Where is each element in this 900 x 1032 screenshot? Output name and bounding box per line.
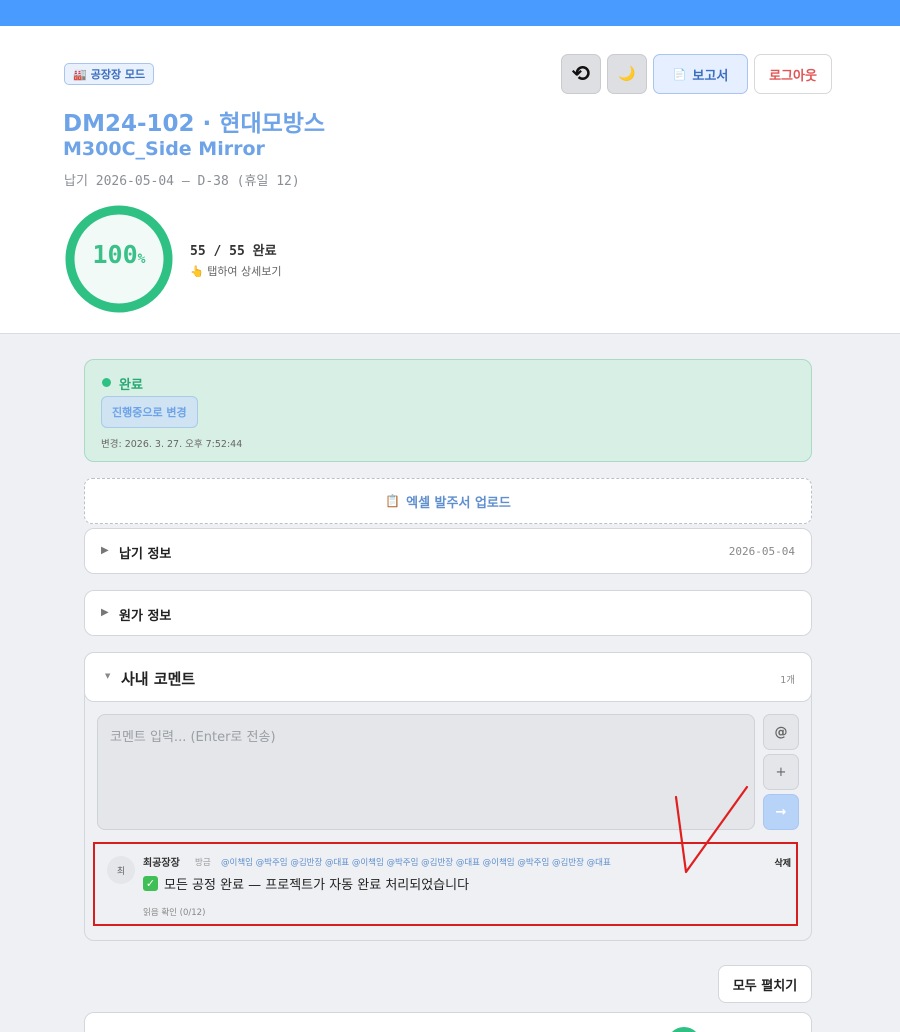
internal-comments-section: ▼ 사내 코멘트 1개 @ + → 최 최공장장 방금 @이책임 @박주임 @김… bbox=[84, 652, 812, 941]
comment-input[interactable] bbox=[97, 714, 755, 830]
check-icon: ✓ bbox=[143, 876, 158, 891]
panel-cost-info[interactable]: ▶ 원가 정보 bbox=[84, 590, 812, 636]
status-changed-time: 변경: 2026. 3. 27. 오후 7:52:44 bbox=[101, 439, 243, 450]
collapsed-triangle-icon: ▶ bbox=[101, 545, 109, 556]
project-title: DM24-102 · 현대모방스 bbox=[63, 111, 326, 137]
upload-label: 엑셀 발주서 업로드 bbox=[406, 495, 511, 511]
comment-mentions: @이책임 @박주임 @김반장 @대표 @이책임 @박주임 @김반장 @대표 @이… bbox=[221, 858, 611, 868]
comments-header[interactable]: ▼ 사내 코멘트 1개 bbox=[84, 652, 812, 702]
mode-badge-label: 공장장 모드 bbox=[90, 68, 146, 81]
comment-body: 모든 공정 완료 — 프로젝트가 자동 완료 처리되었습니다 bbox=[164, 878, 470, 893]
clipboard-icon: 📋 bbox=[385, 494, 401, 508]
mention-button[interactable]: @ bbox=[763, 714, 799, 750]
delete-comment-button[interactable]: 삭제 bbox=[774, 856, 791, 869]
status-card: 완료 진행중으로 변경 변경: 2026. 3. 27. 오후 7:52:44 bbox=[84, 359, 812, 462]
comment-author: 최공장장 bbox=[143, 858, 180, 869]
collapsed-triangle-icon: ▶ bbox=[101, 607, 109, 618]
next-card bbox=[84, 1012, 812, 1032]
change-to-in-progress-button[interactable]: 진행중으로 변경 bbox=[101, 396, 198, 428]
due-date-line: 납기 2026-05-04 — D-38 (휴일 12) bbox=[64, 174, 300, 189]
comment-time: 방금 bbox=[195, 858, 211, 868]
progress-unit: % bbox=[137, 252, 146, 267]
factory-icon: 🏭 bbox=[73, 67, 87, 81]
comments-title: 사내 코멘트 bbox=[121, 670, 196, 688]
panel-title: 원가 정보 bbox=[119, 609, 172, 624]
dark-mode-button[interactable]: 🌙 bbox=[607, 54, 647, 94]
done-count: 55 / 55 완료 bbox=[190, 244, 277, 259]
send-button[interactable]: → bbox=[763, 794, 799, 830]
excel-upload-button[interactable]: 📋 엑셀 발주서 업로드 bbox=[84, 478, 812, 524]
logout-button[interactable]: 로그아웃 bbox=[754, 54, 832, 94]
tap-for-details-hint[interactable]: 👆 탭하여 상세보기 bbox=[190, 263, 282, 279]
panel-title: 납기 정보 bbox=[119, 547, 172, 562]
progress-ring[interactable]: 100% bbox=[64, 204, 174, 314]
expanded-triangle-icon: ▼ bbox=[105, 672, 111, 680]
document-icon: 📄 bbox=[672, 67, 687, 81]
undo-icon: ⟲ bbox=[571, 61, 591, 87]
top-accent-bar bbox=[0, 0, 900, 26]
project-header: 🏭 공장장 모드 ⟲ 🌙 📄 보고서 로그아웃 DM24-102 · 현대모방스… bbox=[0, 26, 900, 334]
panel-summary: 2026-05-04 bbox=[728, 545, 795, 558]
expand-all-button[interactable]: 모두 펼치기 bbox=[718, 965, 812, 1003]
moon-icon: 🌙 bbox=[618, 66, 636, 82]
progress-percent: 100% bbox=[64, 240, 174, 269]
panel-delivery-info[interactable]: ▶ 납기 정보 2026-05-04 bbox=[84, 528, 812, 574]
comments-count: 1개 bbox=[780, 675, 795, 686]
report-button[interactable]: 📄 보고서 bbox=[653, 54, 748, 94]
attach-button[interactable]: + bbox=[763, 754, 799, 790]
report-button-label: 보고서 bbox=[692, 68, 729, 84]
read-receipt: 읽음 확인 (0/12) bbox=[143, 908, 206, 918]
status-dot-icon bbox=[667, 1027, 701, 1032]
status-label: 완료 bbox=[119, 378, 143, 393]
factory-mode-badge: 🏭 공장장 모드 bbox=[64, 63, 155, 85]
status-dot-icon bbox=[102, 378, 111, 387]
comment-item: 최 최공장장 방금 @이책임 @박주임 @김반장 @대표 @이책임 @박주임 @… bbox=[93, 842, 798, 926]
project-subtitle: M300C_Side Mirror bbox=[63, 138, 265, 160]
progress-number: 100 bbox=[92, 240, 138, 269]
comment-text: ✓ 모든 공정 완료 — 프로젝트가 자동 완료 처리되었습니다 bbox=[143, 874, 469, 893]
avatar: 최 bbox=[107, 856, 135, 884]
undo-button[interactable]: ⟲ bbox=[561, 54, 601, 94]
